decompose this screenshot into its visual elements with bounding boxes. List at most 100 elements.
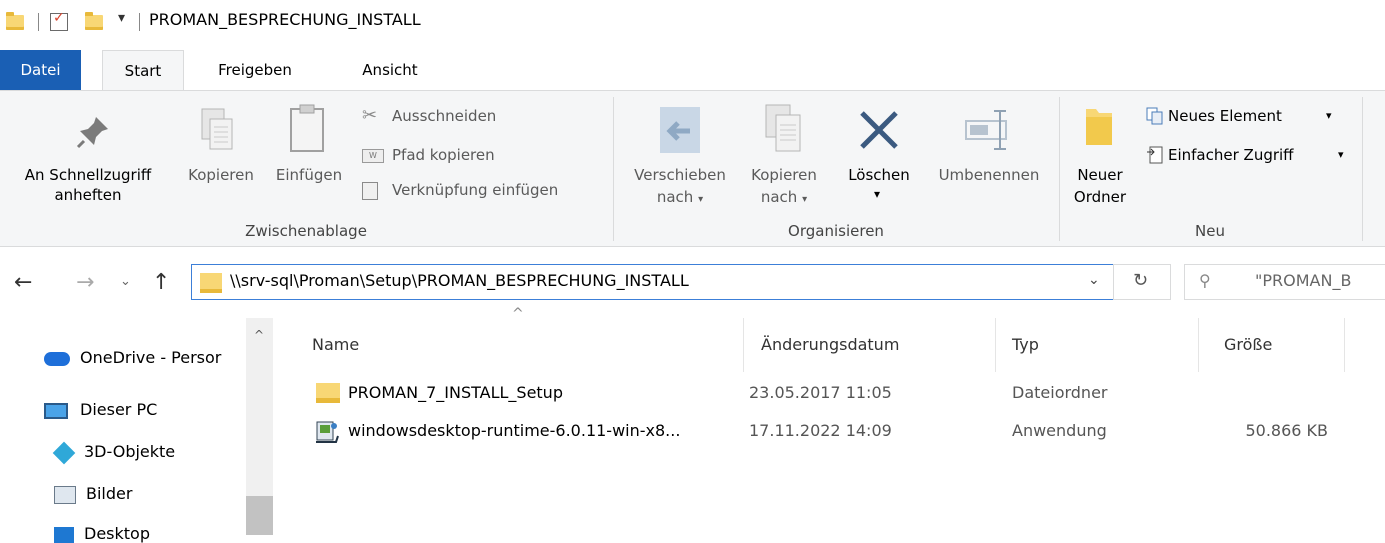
copy-label: Kopieren [188, 166, 254, 184]
rename-icon [964, 109, 1014, 151]
refresh-button[interactable]: ↻ [1113, 264, 1171, 300]
copy-button[interactable]: Kopieren [178, 91, 264, 221]
new-item-button[interactable]: Neues Element ▾ [1144, 105, 1358, 131]
folder-icon [6, 12, 24, 30]
move-to-button[interactable]: Verschieben nach ▾ [620, 91, 740, 221]
ribbon-tabs: Datei Start Freigeben Ansicht [0, 50, 1385, 90]
column-separator [1198, 318, 1199, 372]
qat-dropdown-icon[interactable]: ▾ [118, 10, 125, 26]
move-to-label-line2-text: nach [656, 188, 694, 206]
nav-item-pictures[interactable]: Bilder [54, 484, 132, 504]
scroll-up-arrow-icon[interactable]: ^ [254, 328, 264, 342]
nav-item-3d-objects[interactable]: 3D-Objekte [52, 441, 175, 464]
scissors-icon: ✂ [362, 105, 378, 126]
new-item-arrow-icon: ▾ [1326, 109, 1332, 122]
pin-icon [74, 111, 114, 151]
nav-item-pictures-label: Bilder [86, 484, 133, 503]
copy-to-label-line2: nach ▾ [740, 187, 828, 210]
cut-button[interactable]: ✂ Ausschneiden [358, 105, 598, 131]
file-date: 23.05.2017 11:05 [749, 383, 892, 402]
new-folder-qat-icon[interactable] [85, 12, 103, 30]
cube-icon [52, 441, 76, 464]
copy-to-icon [762, 103, 806, 155]
address-dropdown-chevron-icon[interactable]: ⌄ [1088, 272, 1100, 288]
ribbon: An Schnellzugriff anheften Kopieren Einf… [0, 90, 1385, 247]
file-type: Anwendung [1012, 421, 1107, 440]
paste-shortcut-button[interactable]: Verknüpfung einfügen [358, 179, 598, 205]
easy-access-button[interactable]: Einfacher Zugriff ▾ [1144, 144, 1358, 170]
nav-item-onedrive[interactable]: OneDrive - Persor [44, 348, 244, 367]
new-folder-label-line1: Neuer [1077, 166, 1123, 184]
column-header-size[interactable]: Größe [1224, 335, 1272, 354]
copy-path-button[interactable]: W Pfad kopieren [358, 144, 598, 170]
scrollbar-thumb[interactable] [246, 496, 273, 535]
rename-button[interactable]: Umbenennen [922, 91, 1056, 221]
pin-quick-access-button[interactable]: An Schnellzugriff anheften [0, 91, 176, 221]
new-folder-icon [1084, 105, 1114, 147]
easy-access-label: Einfacher Zugriff [1168, 146, 1294, 164]
nav-item-desktop[interactable]: Desktop [54, 524, 150, 543]
address-path[interactable]: \\srv-sql\Proman\Setup\PROMAN_BESPRECHUN… [230, 271, 689, 290]
onedrive-cloud-icon [44, 351, 70, 366]
recent-locations-chevron-icon[interactable]: ⌄ [120, 274, 131, 289]
new-folder-label-line2: Ordner [1073, 188, 1127, 206]
tab-start[interactable]: Start [102, 50, 184, 90]
delete-button[interactable]: Löschen ▾ [836, 91, 922, 221]
computer-icon [44, 402, 68, 419]
address-folder-icon [200, 273, 222, 293]
move-to-label-line2: nach ▾ [620, 187, 740, 210]
file-type: Dateiordner [1012, 383, 1108, 402]
tab-file[interactable]: Datei [0, 50, 81, 90]
up-arrow-icon[interactable]: ↑ [152, 270, 170, 295]
nav-item-desktop-label: Desktop [84, 524, 150, 543]
copy-icon [198, 107, 238, 155]
window-title: PROMAN_BESPRECHUNG_INSTALL [149, 10, 421, 29]
easy-access-icon [1146, 146, 1164, 164]
forward-arrow-icon[interactable]: → [76, 270, 94, 295]
pin-label-line2: anheften [54, 186, 122, 204]
file-size: 50.866 KB [1245, 421, 1328, 440]
new-folder-button[interactable]: Neuer Ordner [1066, 91, 1134, 221]
new-item-label: Neues Element [1168, 107, 1282, 125]
copy-to-button[interactable]: Kopieren nach ▾ [740, 91, 828, 221]
search-icon: ⚲ [1199, 271, 1211, 290]
search-field[interactable]: ⚲ "PROMAN_B [1184, 264, 1385, 300]
pin-label-line1: An Schnellzugriff [24, 166, 152, 184]
nav-scrollbar[interactable]: ^ [246, 318, 273, 535]
move-to-label-line1: Verschieben [634, 166, 726, 184]
title-bar: ✓ ▾ PROMAN_BESPRECHUNG_INSTALL [0, 0, 1385, 48]
qat-separator [38, 13, 39, 31]
file-name: windowsdesktop-runtime-6.0.11-win-x8... [348, 421, 681, 440]
column-header-type[interactable]: Typ [1012, 335, 1039, 354]
paste-label: Einfügen [275, 166, 343, 184]
rename-label: Umbenennen [938, 166, 1040, 184]
column-header-name[interactable]: Name [312, 335, 359, 354]
back-arrow-icon[interactable]: ← [14, 270, 32, 295]
nav-item-onedrive-label: OneDrive - Persor [80, 348, 222, 367]
copy-to-label-line2-text: nach [760, 188, 798, 206]
new-group-label: Neu [1195, 222, 1225, 240]
file-date: 17.11.2022 14:09 [749, 421, 892, 440]
copy-to-arrow-icon: ▾ [802, 194, 808, 205]
move-to-icon [658, 105, 702, 155]
refresh-icon: ↻ [1133, 270, 1149, 291]
column-separator [743, 318, 744, 372]
nav-item-this-pc[interactable]: Dieser PC [44, 400, 157, 419]
move-to-arrow-icon: ▾ [698, 194, 704, 205]
tab-view[interactable]: Ansicht [340, 50, 440, 90]
navigation-pane: OneDrive - Persor Dieser PC 3D-Objekte B… [0, 318, 275, 543]
column-header-date[interactable]: Änderungsdatum [761, 335, 899, 354]
pictures-icon [54, 485, 76, 504]
group-separator [1362, 97, 1363, 241]
clipboard-icon [288, 103, 328, 155]
tab-share[interactable]: Freigeben [200, 50, 310, 90]
table-row[interactable]: windowsdesktop-runtime-6.0.11-win-x8... … [306, 418, 1346, 448]
file-name: PROMAN_7_INSTALL_Setup [348, 383, 563, 402]
paste-button[interactable]: Einfügen [266, 91, 352, 221]
address-bar[interactable]: \\srv-sql\Proman\Setup\PROMAN_BESPRECHUN… [191, 264, 1114, 300]
title-separator [139, 13, 140, 31]
table-row[interactable]: PROMAN_7_INSTALL_Setup 23.05.2017 11:05 … [306, 380, 1346, 410]
copy-path-label: Pfad kopieren [392, 146, 495, 164]
properties-icon[interactable]: ✓ [50, 10, 68, 31]
paste-shortcut-label: Verknüpfung einfügen [392, 181, 559, 199]
